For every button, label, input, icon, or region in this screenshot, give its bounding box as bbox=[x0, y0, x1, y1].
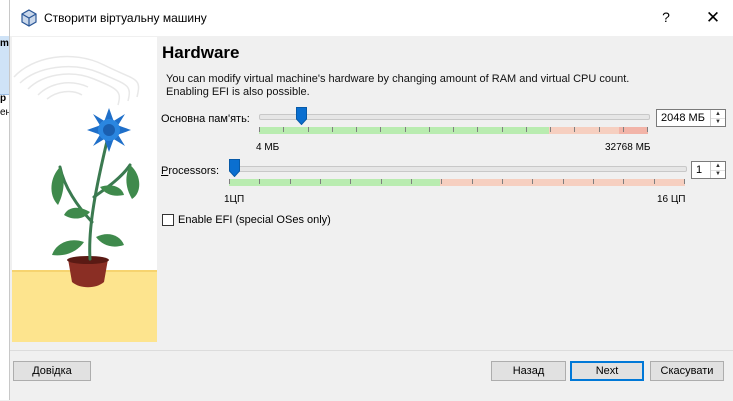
processors-range-ok bbox=[229, 179, 440, 186]
processors-label: Processors: bbox=[161, 165, 220, 177]
close-icon[interactable]: ✕ bbox=[700, 6, 726, 30]
memory-min-label: 4 МБ bbox=[256, 142, 280, 153]
memory-range-warn bbox=[549, 127, 619, 134]
processors-value[interactable]: 1 bbox=[696, 164, 702, 176]
memory-max-label: 32768 МБ bbox=[605, 142, 651, 153]
memory-spinbox[interactable]: 2048 МБ ▲ ▼ bbox=[656, 109, 726, 127]
processors-range-scale bbox=[229, 179, 685, 186]
memory-scale-tick bbox=[380, 127, 381, 132]
page-description: You can modify virtual machine's hardwar… bbox=[166, 73, 686, 99]
memory-scale-tick bbox=[599, 127, 600, 132]
memory-scale-tick bbox=[259, 127, 260, 132]
processors-max-label: 16 ЦП bbox=[657, 194, 686, 205]
efi-checkbox[interactable] bbox=[162, 214, 174, 226]
flower-pot-illustration bbox=[12, 37, 157, 342]
description-line: Enabling EFI is also possible. bbox=[166, 86, 310, 98]
processors-scale-tick bbox=[381, 179, 382, 184]
efi-label[interactable]: Enable EFI (special OSes only) bbox=[178, 214, 331, 226]
help-icon[interactable]: ? bbox=[656, 9, 676, 27]
memory-scale-tick bbox=[308, 127, 309, 132]
memory-scale-tick bbox=[429, 127, 430, 132]
processors-scale-tick bbox=[654, 179, 655, 184]
memory-value[interactable]: 2048 МБ bbox=[661, 112, 705, 124]
memory-scale-tick bbox=[405, 127, 406, 132]
processors-scale-tick bbox=[290, 179, 291, 184]
memory-scale-tick bbox=[453, 127, 454, 132]
create-vm-dialog: Створити віртуальну машину ? ✕ Hardware … bbox=[9, 0, 733, 401]
memory-scale-tick bbox=[477, 127, 478, 132]
processors-spinbox[interactable]: 1 ▲ ▼ bbox=[691, 161, 726, 179]
processors-scale-tick bbox=[320, 179, 321, 184]
window-title: Створити віртуальну машину bbox=[44, 11, 207, 25]
description-line: You can modify virtual machine's hardwar… bbox=[166, 73, 630, 85]
memory-range-scale bbox=[259, 127, 648, 134]
processors-scale-tick bbox=[623, 179, 624, 184]
processors-scale-tick bbox=[563, 179, 564, 184]
title-bar: Створити віртуальну машину ? ✕ bbox=[10, 0, 733, 36]
memory-scale-tick bbox=[356, 127, 357, 132]
dialog-footer: Довідка Назад Next Скасувати bbox=[10, 350, 733, 401]
processors-scale-tick bbox=[502, 179, 503, 184]
memory-scale-tick bbox=[623, 127, 624, 132]
processors-decrease-icon[interactable]: ▼ bbox=[711, 170, 725, 178]
memory-scale-tick bbox=[526, 127, 527, 132]
processors-scale-tick bbox=[259, 179, 260, 184]
memory-scale-tick bbox=[502, 127, 503, 132]
memory-decrease-icon[interactable]: ▼ bbox=[711, 118, 725, 126]
memory-label: Основна пам'ять: bbox=[161, 113, 250, 125]
processors-scale-tick bbox=[350, 179, 351, 184]
background-app-text: m bbox=[0, 38, 9, 49]
processors-slider-track[interactable] bbox=[229, 166, 687, 172]
memory-range-ok bbox=[259, 127, 549, 134]
memory-scale-tick bbox=[332, 127, 333, 132]
next-button[interactable]: Next bbox=[570, 361, 644, 381]
processors-scale-tick bbox=[472, 179, 473, 184]
processors-scale-tick bbox=[684, 179, 685, 184]
help-button[interactable]: Довідка bbox=[13, 361, 91, 381]
page-title: Hardware bbox=[162, 43, 240, 62]
processors-scale-tick bbox=[411, 179, 412, 184]
memory-scale-tick bbox=[574, 127, 575, 132]
background-app-text: р bbox=[0, 93, 7, 104]
processors-scale-tick bbox=[229, 179, 230, 184]
memory-scale-tick bbox=[550, 127, 551, 132]
memory-scale-tick bbox=[283, 127, 284, 132]
processors-min-label: 1ЦП bbox=[224, 194, 245, 205]
processors-label-text: rocessors: bbox=[168, 165, 220, 177]
memory-scale-tick bbox=[647, 127, 648, 132]
cancel-button[interactable]: Скасувати bbox=[650, 361, 724, 381]
virtualbox-icon bbox=[21, 9, 37, 27]
memory-slider-handle[interactable] bbox=[295, 107, 307, 125]
processors-scale-tick bbox=[593, 179, 594, 184]
memory-slider-track[interactable] bbox=[259, 114, 650, 120]
processors-slider-handle[interactable] bbox=[229, 159, 240, 177]
processors-scale-tick bbox=[532, 179, 533, 184]
back-button[interactable]: Назад bbox=[491, 361, 566, 381]
processors-scale-tick bbox=[441, 179, 442, 184]
